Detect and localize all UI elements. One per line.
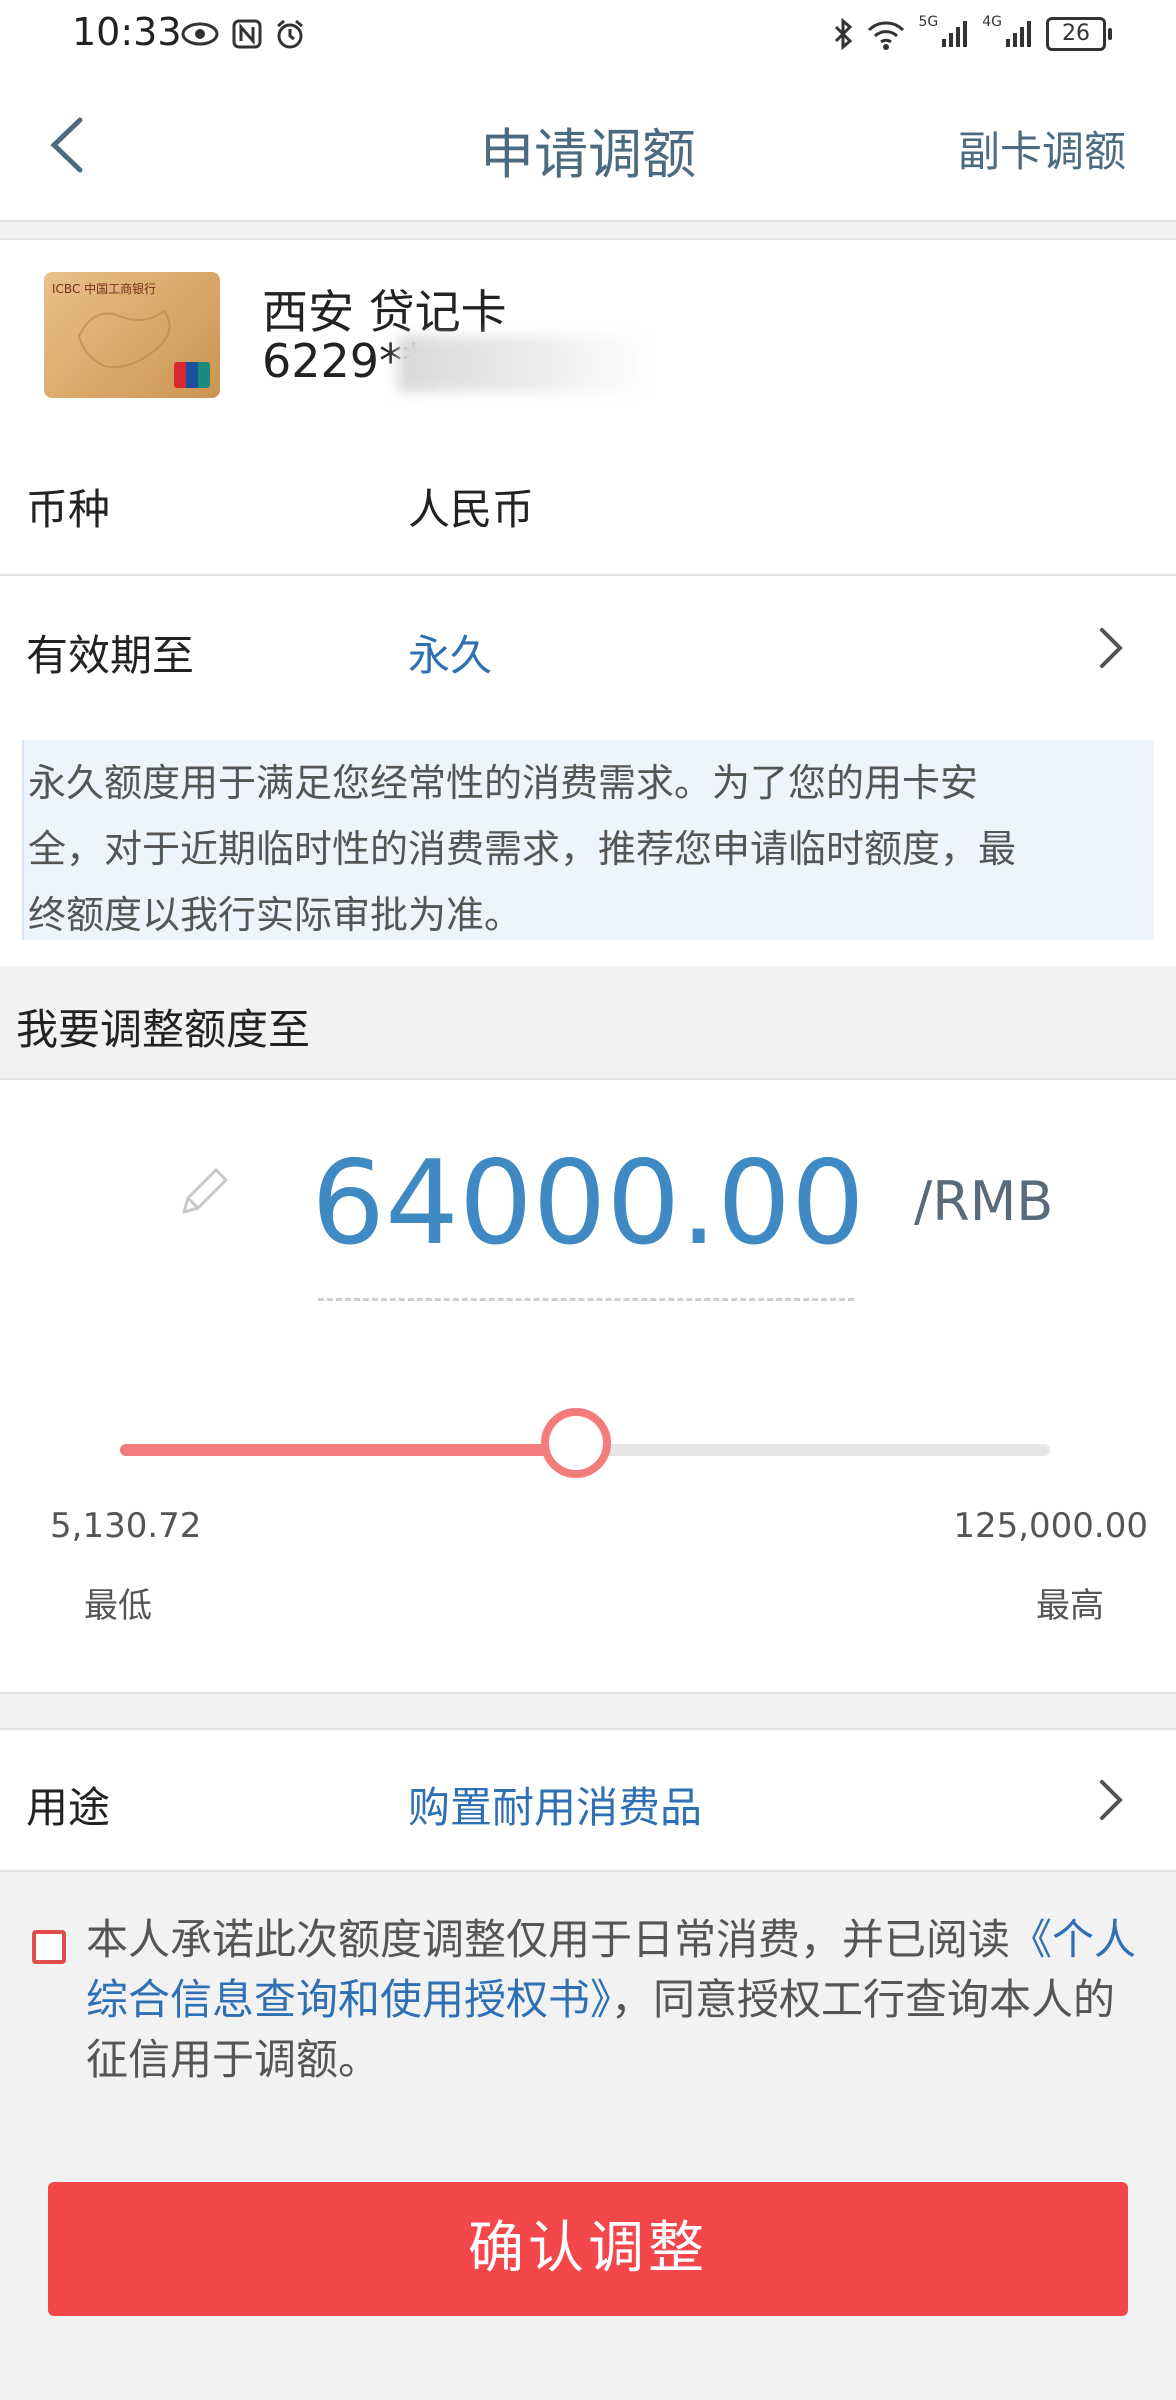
battery-icon: 26 bbox=[1046, 17, 1112, 51]
chevron-right-icon bbox=[1100, 628, 1123, 668]
notice-section: 永久额度用于满足您经常性的消费需求。为了您的用卡安全，对于近期临时性的消费需求，… bbox=[0, 720, 1176, 966]
slider-fill bbox=[120, 1444, 576, 1456]
agreement-text: 本人承诺此次额度调整仅用于日常消费，并已阅读《个人综合信息查询和使用授权书》，同… bbox=[86, 1910, 1146, 2090]
purpose-value: 购置耐用消费品 bbox=[408, 1783, 703, 1832]
status-icons-left bbox=[180, 14, 306, 54]
currency-row: 币种 人民币 bbox=[0, 428, 1176, 576]
network-4g-label: 4G bbox=[982, 14, 1002, 30]
signal-icon bbox=[942, 21, 968, 47]
confirm-button[interactable]: 确认调整 bbox=[48, 2182, 1128, 2316]
status-icons-right: 5G 4G 26 bbox=[832, 14, 1112, 54]
status-bar: 10:33 5G 4G 26 bbox=[0, 0, 1176, 70]
signal-icon bbox=[1006, 21, 1031, 47]
chevron-right-icon bbox=[1100, 1780, 1123, 1820]
status-time: 10:33 bbox=[72, 10, 182, 54]
bluetooth-icon bbox=[835, 18, 853, 50]
alarm-icon bbox=[277, 19, 303, 49]
amount-panel: 64000.00 /RMB 5,130.72 125,000.00 最低 最高 bbox=[0, 1078, 1176, 1694]
slider-handle[interactable] bbox=[540, 1408, 611, 1478]
section-title: 我要调整额度至 bbox=[16, 1005, 311, 1054]
card-image: ICBC 中国工商银行 bbox=[44, 272, 220, 398]
max-value: 125,000.00 bbox=[953, 1506, 1148, 1546]
currency-value: 人民币 bbox=[408, 485, 535, 534]
card-number-mask bbox=[398, 336, 648, 392]
supplementary-card-adjust-button[interactable]: 副卡调额 bbox=[958, 118, 1126, 179]
nav-bar: 申请调额 副卡调额 bbox=[0, 70, 1176, 222]
card-info[interactable]: ICBC 中国工商银行 西安 贷记卡 6229** bbox=[0, 238, 1176, 430]
min-value: 5,130.72 bbox=[50, 1506, 202, 1546]
bank-logo: ICBC 中国工商银行 bbox=[52, 282, 157, 296]
min-label: 最低 bbox=[84, 1586, 152, 1626]
unionpay-logo bbox=[174, 362, 210, 388]
notice-box: 永久额度用于满足您经常性的消费需求。为了您的用卡安全，对于近期临时性的消费需求，… bbox=[22, 740, 1154, 940]
validity-label: 有效期至 bbox=[26, 631, 195, 680]
amount-underline bbox=[318, 1298, 854, 1301]
currency-unit: /RMB bbox=[914, 1170, 1054, 1233]
agreement-checkbox[interactable] bbox=[32, 1930, 66, 1964]
validity-row[interactable]: 有效期至 永久 bbox=[0, 576, 1176, 720]
purpose-row[interactable]: 用途 购置耐用消费品 bbox=[0, 1728, 1176, 1872]
agreement-text-before: 本人承诺此次额度调整仅用于日常消费，并已阅读 bbox=[86, 1915, 1011, 1964]
currency-label: 币种 bbox=[26, 485, 111, 534]
card-name: 西安 贷记卡 bbox=[262, 285, 507, 339]
max-label: 最高 bbox=[1036, 1586, 1104, 1626]
network-5g-label: 5G bbox=[918, 14, 939, 30]
nfc-icon bbox=[232, 19, 262, 49]
eye-icon bbox=[181, 22, 219, 46]
wifi-icon bbox=[868, 21, 905, 50]
map-watermark bbox=[77, 309, 171, 368]
notice-text: 永久额度用于满足您经常性的消费需求。为了您的用卡安全，对于近期临时性的消费需求，… bbox=[28, 761, 1017, 937]
purpose-label: 用途 bbox=[26, 1783, 111, 1832]
validity-value: 永久 bbox=[408, 631, 493, 680]
